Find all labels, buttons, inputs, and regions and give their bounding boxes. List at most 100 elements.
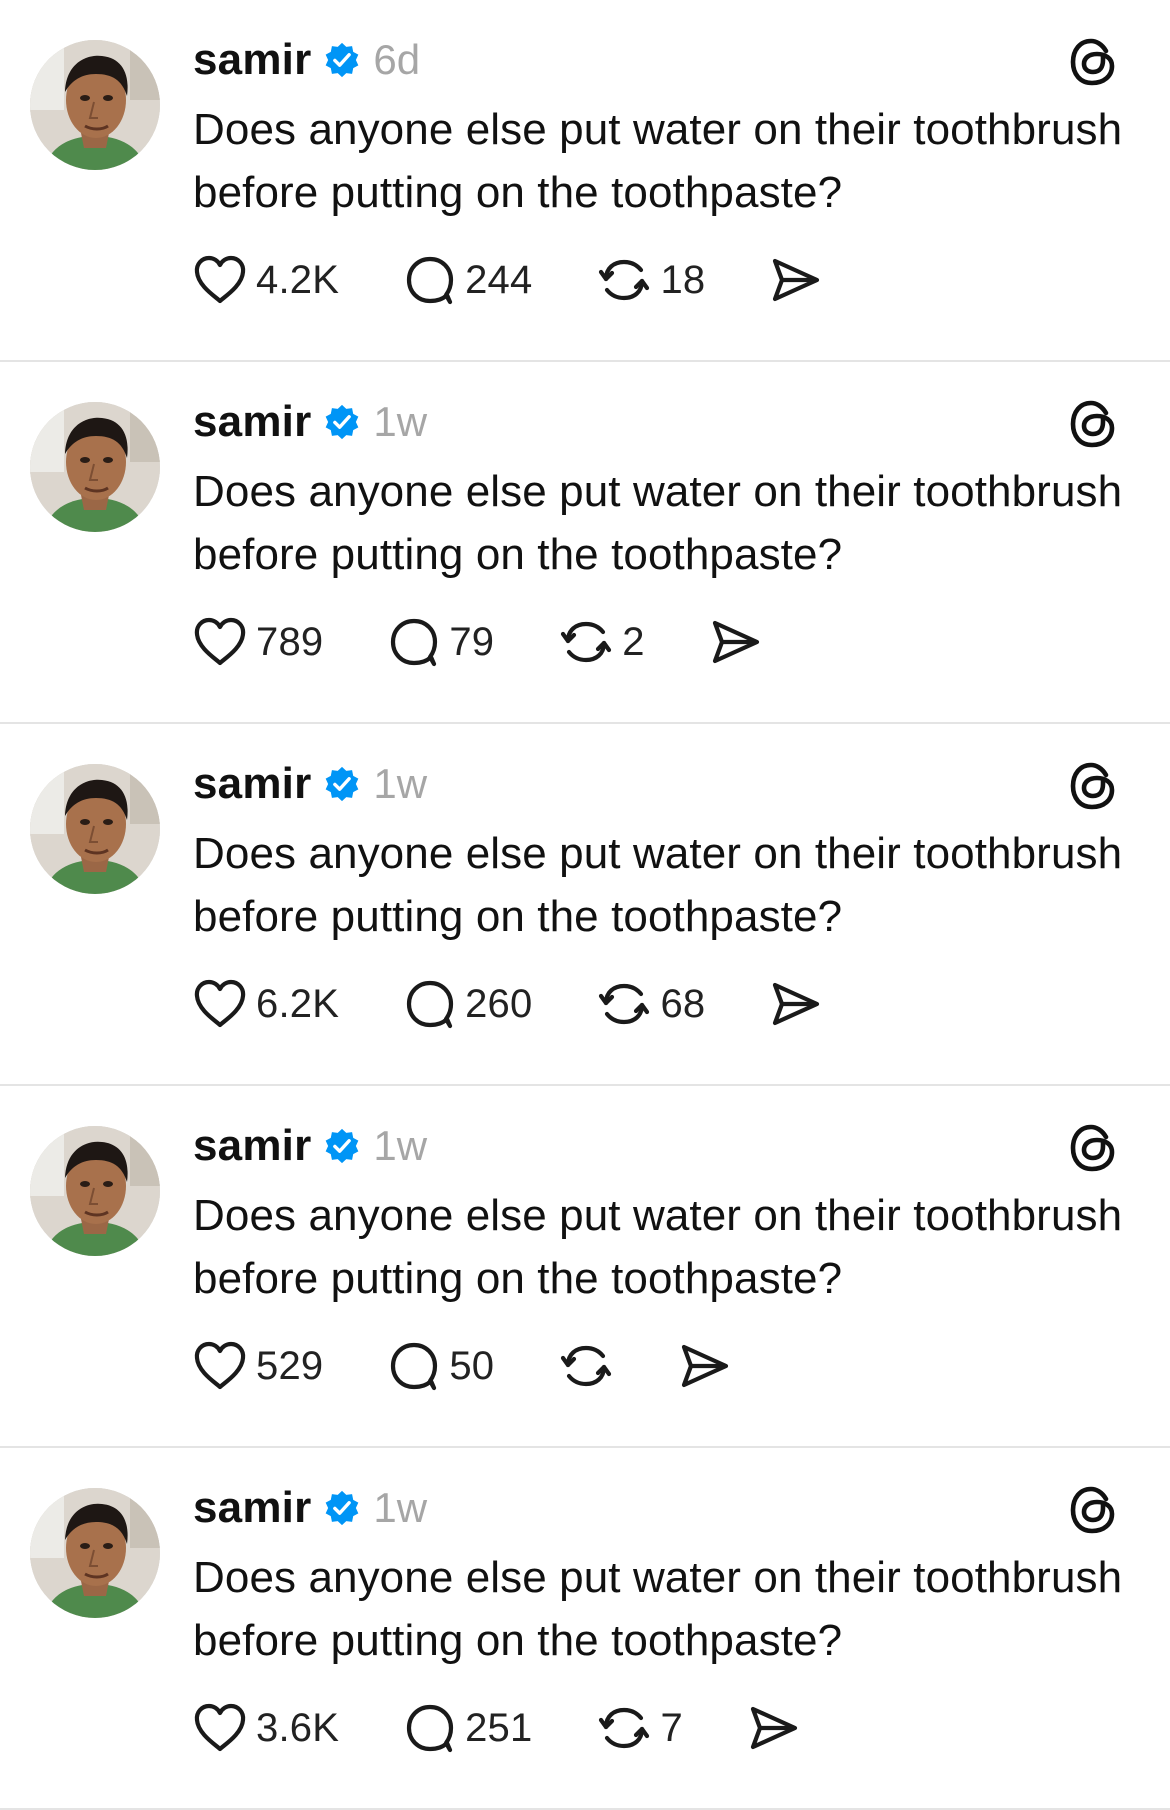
post-header: samir 1w xyxy=(193,754,427,814)
comment-bubble-icon xyxy=(406,980,454,1029)
like-button[interactable]: 3.6K xyxy=(192,1698,339,1758)
send-icon xyxy=(712,620,759,664)
post-header: samir 1w xyxy=(193,1116,427,1176)
like-button[interactable]: 529 xyxy=(192,1336,323,1396)
post-text: Does anyone else put water on their toot… xyxy=(193,1191,1123,1303)
username[interactable]: samir xyxy=(193,1483,311,1533)
post-text: Does anyone else put water on their toot… xyxy=(193,467,1123,579)
repost-button[interactable]: 7 xyxy=(596,1698,683,1758)
repost-icon xyxy=(561,621,612,663)
threads-logo-icon[interactable] xyxy=(1066,1121,1120,1175)
repost-button[interactable] xyxy=(558,1336,614,1396)
reply-count: 244 xyxy=(465,257,533,302)
send-icon xyxy=(773,258,820,302)
reply-button[interactable]: 260 xyxy=(403,974,532,1034)
post-timestamp: 1w xyxy=(373,760,428,807)
verified-badge-icon xyxy=(323,765,361,803)
threads-logo-icon[interactable] xyxy=(1066,35,1120,89)
repost-count: 18 xyxy=(660,257,706,302)
post-header: samir 1w xyxy=(193,1478,427,1538)
repost-button[interactable]: 18 xyxy=(596,250,705,310)
reply-button[interactable]: 50 xyxy=(387,1336,494,1396)
like-count: 529 xyxy=(256,1343,324,1388)
repost-icon xyxy=(599,259,650,301)
post-timestamp: 1w xyxy=(373,1122,428,1169)
username[interactable]: samir xyxy=(193,759,311,809)
post-actions: 3.6K 251 7 xyxy=(192,1698,801,1758)
comment-bubble-icon xyxy=(391,1342,438,1391)
heart-icon xyxy=(194,979,246,1028)
heart-icon xyxy=(194,617,246,666)
post-text: Does anyone else put water on their toot… xyxy=(193,1553,1123,1665)
comment-bubble-icon xyxy=(406,256,454,305)
verified-badge-icon xyxy=(323,403,361,441)
avatar[interactable] xyxy=(30,1488,160,1618)
post-header: samir 1w xyxy=(193,392,427,452)
repost-icon xyxy=(599,983,650,1025)
username[interactable]: samir xyxy=(193,397,311,447)
post-text: Does anyone else put water on their toot… xyxy=(193,829,1123,941)
send-icon xyxy=(682,1344,729,1388)
heart-icon xyxy=(194,255,246,304)
reply-count: 79 xyxy=(449,619,495,664)
like-count: 6.2K xyxy=(256,981,340,1026)
post[interactable]: samir 1w Does anyone else put water on t… xyxy=(0,724,1170,1086)
username[interactable]: samir xyxy=(193,35,311,85)
share-button[interactable] xyxy=(747,1698,801,1758)
share-button[interactable] xyxy=(709,612,763,672)
avatar[interactable] xyxy=(30,764,160,894)
post[interactable]: samir 1w Does anyone else put water on t… xyxy=(0,1448,1170,1810)
post-actions: 4.2K 244 18 xyxy=(192,250,823,310)
share-button[interactable] xyxy=(769,250,823,310)
reply-count: 260 xyxy=(465,981,533,1026)
repost-count: 7 xyxy=(660,1705,683,1750)
post-timestamp: 1w xyxy=(373,1484,428,1531)
heart-icon xyxy=(194,1703,246,1752)
post[interactable]: samir 6d Does anyone else put water on t… xyxy=(0,0,1170,362)
post[interactable]: samir 1w Does anyone else put water on t… xyxy=(0,362,1170,724)
verified-badge-icon xyxy=(323,1127,361,1165)
share-button[interactable] xyxy=(769,974,823,1034)
like-button[interactable]: 789 xyxy=(192,612,323,672)
send-icon xyxy=(750,1706,797,1750)
send-icon xyxy=(773,982,820,1026)
threads-feed: samir 6d Does anyone else put water on t… xyxy=(0,0,1170,1810)
reply-count: 251 xyxy=(465,1705,533,1750)
repost-icon xyxy=(561,1345,612,1387)
threads-logo-icon[interactable] xyxy=(1066,397,1120,451)
repost-button[interactable]: 68 xyxy=(596,974,705,1034)
like-button[interactable]: 4.2K xyxy=(192,250,339,310)
comment-bubble-icon xyxy=(406,1704,454,1753)
avatar[interactable] xyxy=(30,402,160,532)
heart-icon xyxy=(194,1341,246,1390)
like-count: 4.2K xyxy=(256,257,340,302)
reply-button[interactable]: 251 xyxy=(403,1698,532,1758)
reply-button[interactable]: 244 xyxy=(403,250,532,310)
like-button[interactable]: 6.2K xyxy=(192,974,339,1034)
post-text: Does anyone else put water on their toot… xyxy=(193,105,1123,217)
post-timestamp: 6d xyxy=(373,36,421,83)
repost-count: 68 xyxy=(660,981,706,1026)
reply-button[interactable]: 79 xyxy=(387,612,494,672)
like-count: 3.6K xyxy=(256,1705,340,1750)
post-actions: 6.2K 260 68 xyxy=(192,974,823,1034)
threads-logo-icon[interactable] xyxy=(1066,1483,1120,1537)
avatar[interactable] xyxy=(30,1126,160,1256)
verified-badge-icon xyxy=(323,1489,361,1527)
username[interactable]: samir xyxy=(193,1121,311,1171)
like-count: 789 xyxy=(256,619,324,664)
comment-bubble-icon xyxy=(391,618,438,667)
post-header: samir 6d xyxy=(193,30,420,90)
repost-button[interactable]: 2 xyxy=(558,612,644,672)
post-actions: 529 50 xyxy=(192,1336,732,1396)
post[interactable]: samir 1w Does anyone else put water on t… xyxy=(0,1086,1170,1448)
post-timestamp: 1w xyxy=(373,398,428,445)
repost-count: 2 xyxy=(622,619,645,664)
avatar[interactable] xyxy=(30,40,160,170)
share-button[interactable] xyxy=(678,1336,732,1396)
post-actions: 789 79 2 xyxy=(192,612,763,672)
repost-icon xyxy=(599,1707,650,1749)
threads-logo-icon[interactable] xyxy=(1066,759,1120,813)
verified-badge-icon xyxy=(323,41,361,79)
reply-count: 50 xyxy=(449,1343,495,1388)
